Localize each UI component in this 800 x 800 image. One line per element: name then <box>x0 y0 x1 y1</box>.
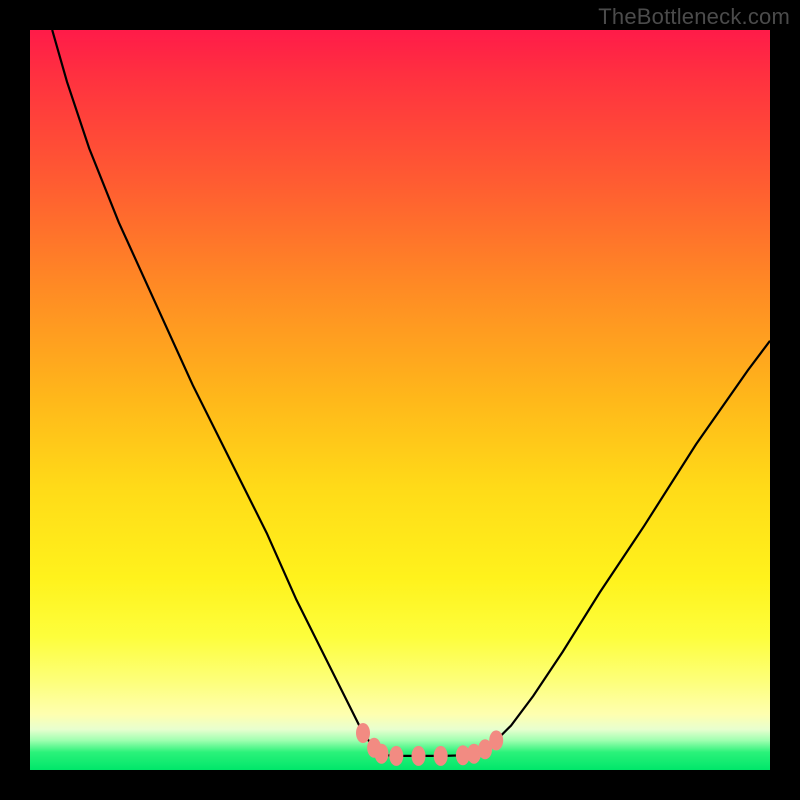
curve-markers <box>356 723 503 766</box>
marker-dot <box>375 744 389 764</box>
marker-dot <box>412 746 426 766</box>
marker-dot <box>434 746 448 766</box>
marker-dot <box>389 746 403 766</box>
curve-svg <box>30 30 770 770</box>
curve-left <box>52 30 381 754</box>
marker-dot <box>356 723 370 743</box>
plot-area <box>30 30 770 770</box>
outer-frame: TheBottleneck.com <box>0 0 800 800</box>
curve-right <box>485 341 770 750</box>
marker-dot <box>489 730 503 750</box>
watermark-text: TheBottleneck.com <box>598 4 790 30</box>
